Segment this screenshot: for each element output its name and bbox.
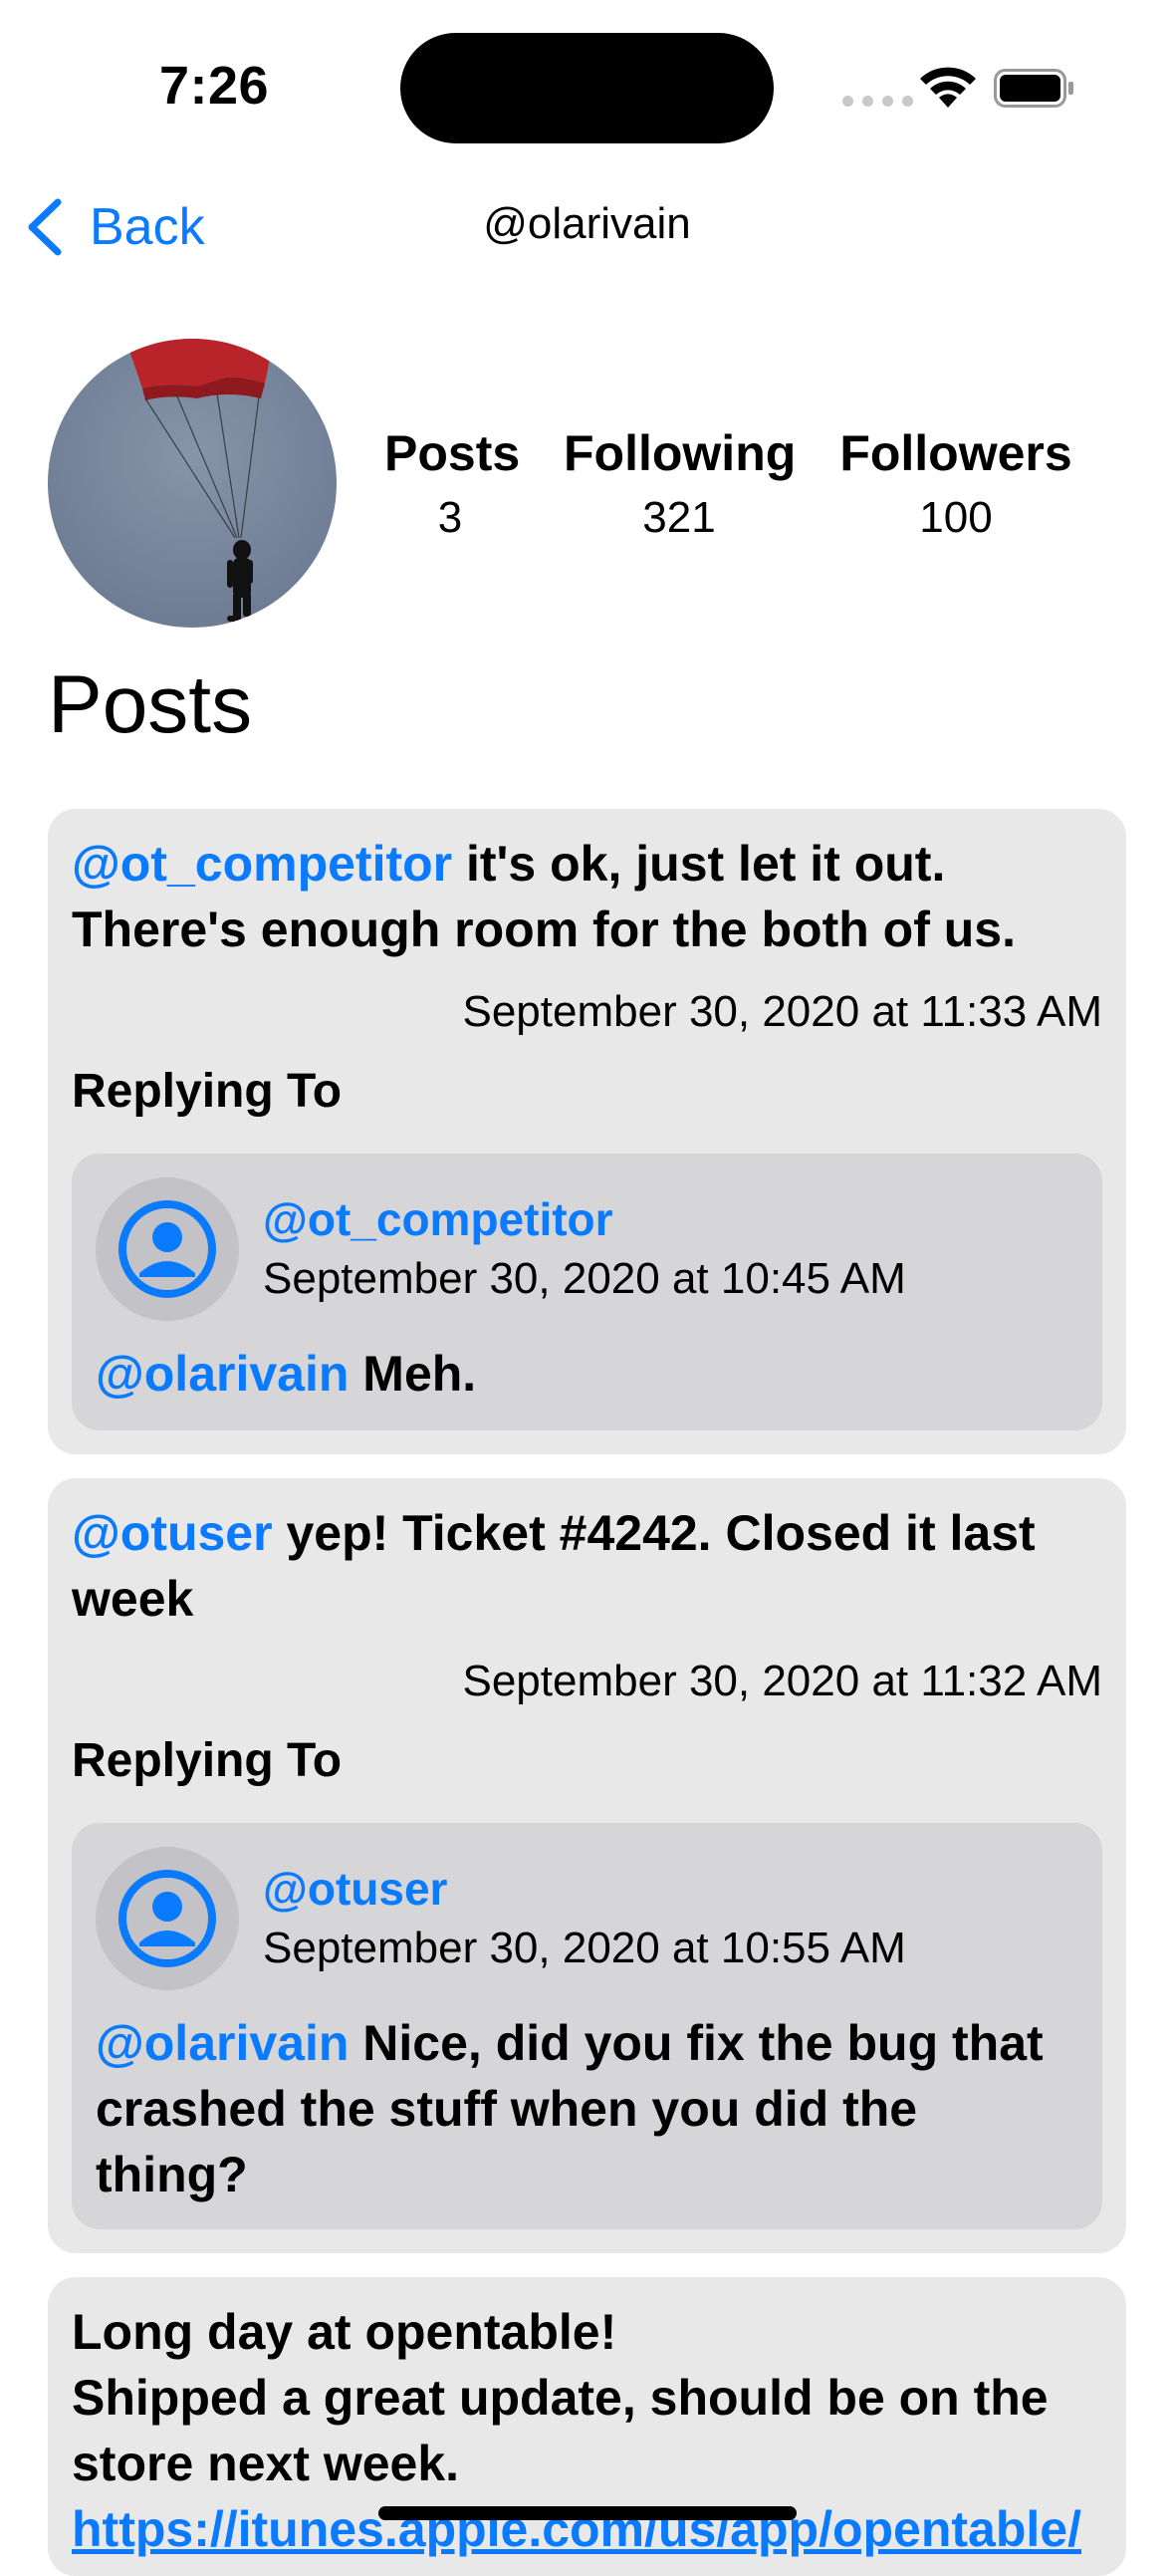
post-body: Shipped a great update, should be on the…	[72, 2370, 1049, 2491]
post-card[interactable]: Long day at opentable! Shipped a great u…	[48, 2277, 1126, 2576]
dynamic-island	[400, 33, 774, 143]
mention-link[interactable]: @olarivain	[96, 1346, 349, 1402]
reply-avatar	[96, 1177, 239, 1321]
stat-label: Posts	[384, 425, 521, 481]
replying-to-label: Replying To	[72, 1065, 343, 1118]
reply-text: @olarivain Meh.	[96, 1341, 1078, 1407]
mention-link[interactable]: @ot_competitor	[72, 836, 452, 892]
stat-posts: Posts 3	[384, 424, 521, 546]
page-title: @olarivain	[483, 199, 691, 248]
post-card[interactable]: @ot_competitor it's ok, just let it out.…	[48, 809, 1126, 1454]
post-body: Long day at opentable!	[72, 2304, 617, 2360]
status-time: 7:26	[159, 56, 270, 116]
stat-label: Following	[564, 425, 797, 481]
reply-body: Meh.	[349, 1346, 477, 1402]
stat-value: 100	[919, 493, 993, 542]
replying-to-label: Replying To	[72, 1734, 343, 1787]
post-card[interactable]: @otuser yep! Ticket #4242. Closed it las…	[48, 1478, 1126, 2253]
reply-text: @olarivain Nice, did you fix the bug tha…	[96, 2010, 1078, 2207]
post-text: @otuser yep! Ticket #4242. Closed it las…	[72, 1500, 1102, 1632]
stat-following: Following 321	[564, 424, 797, 546]
reply-date: September 30, 2020 at 10:55 AM	[263, 1924, 906, 1972]
stat-label: Followers	[839, 425, 1072, 481]
stat-value: 3	[437, 493, 463, 542]
home-indicator	[378, 2506, 797, 2520]
reply-preview[interactable]: @ot_competitor September 30, 2020 at 10:…	[72, 1154, 1102, 1430]
reply-username[interactable]: @otuser	[263, 1861, 447, 1917]
post-text: @ot_competitor it's ok, just let it out.…	[72, 831, 1102, 962]
stat-value: 321	[642, 493, 716, 542]
post-date: September 30, 2020 at 11:32 AM	[462, 1657, 1102, 1705]
wifi-icon	[920, 67, 976, 108]
stat-followers: Followers 100	[836, 424, 1075, 546]
reply-preview[interactable]: @otuser September 30, 2020 at 10:55 AM @…	[72, 1823, 1102, 2229]
profile-avatar	[48, 339, 337, 628]
mention-link[interactable]: @olarivain	[96, 2015, 349, 2071]
reply-date: September 30, 2020 at 10:45 AM	[263, 1254, 906, 1303]
battery-icon	[994, 69, 1073, 108]
section-title: Posts	[48, 659, 253, 750]
post-date: September 30, 2020 at 11:33 AM	[462, 987, 1102, 1036]
cellular-signal-icon	[842, 96, 913, 107]
mention-link[interactable]: @otuser	[72, 1505, 273, 1561]
post-text: Long day at opentable! Shipped a great u…	[72, 2299, 1102, 2562]
person-circle-icon	[118, 1200, 216, 1298]
person-circle-icon	[118, 1870, 216, 1967]
reply-avatar	[96, 1847, 239, 1990]
reply-username[interactable]: @ot_competitor	[263, 1191, 613, 1247]
